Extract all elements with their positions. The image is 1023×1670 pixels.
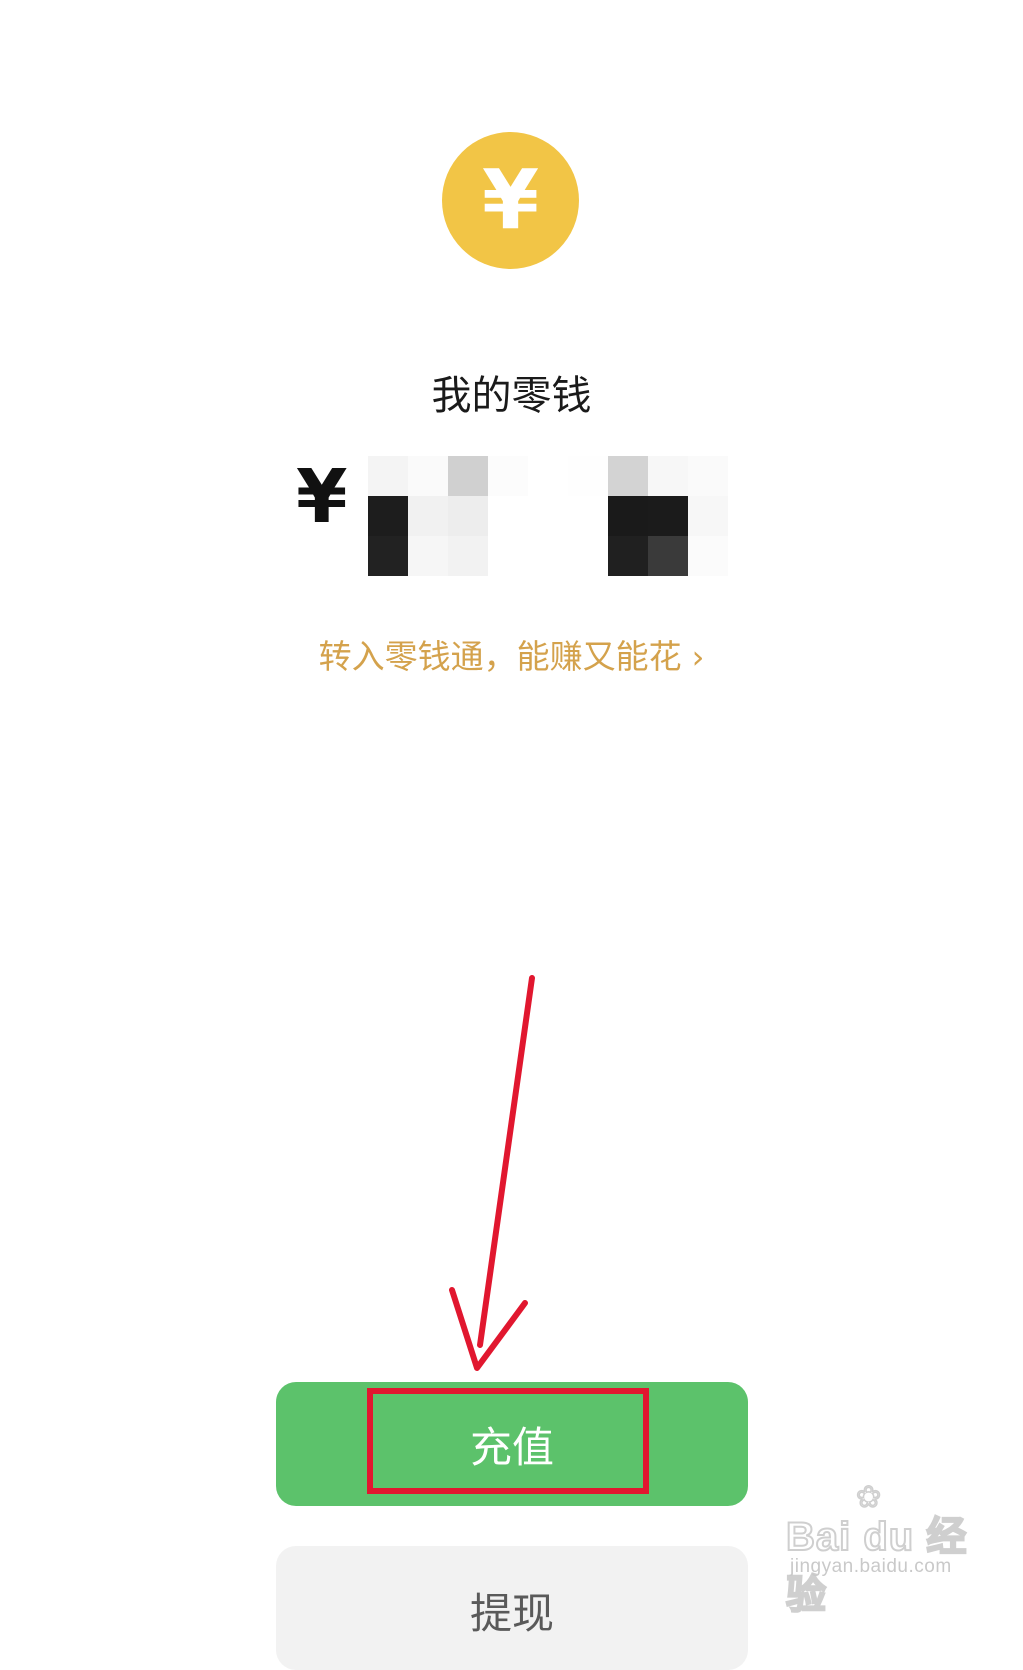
balance-row: ¥ (296, 456, 776, 576)
currency-symbol: ¥ (296, 454, 348, 540)
recharge-button-label: 充值 (469, 1422, 554, 1472)
promo-link[interactable]: 转入零钱通，能赚又能花 › (0, 634, 1023, 680)
recharge-button[interactable]: 充值 (276, 1382, 748, 1506)
chevron-right-icon: › (691, 638, 705, 676)
page-title: 我的零钱 (431, 373, 592, 419)
coin-symbol: ¥ (481, 152, 540, 248)
baidu-watermark: ❀ Bai du 经验 jingyan.baidu.com (785, 1480, 1006, 1618)
withdraw-button[interactable]: 提现 (276, 1546, 748, 1670)
withdraw-button-label: 提现 (469, 1589, 554, 1638)
promo-text: 转入零钱通，能赚又能花 (318, 637, 682, 676)
yuan-coin-icon: ¥ (442, 132, 579, 269)
watermark-url: jingyan.baidu.com (790, 1556, 952, 1577)
balance-mosaic (368, 456, 768, 576)
